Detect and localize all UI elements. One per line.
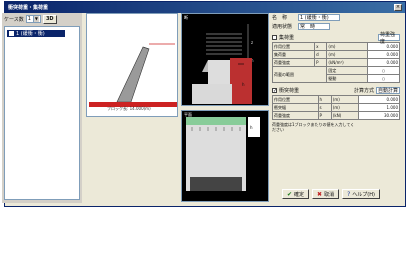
- sec2-row-unit: (kN): [330, 111, 360, 120]
- table-row: 衝突幅 s (m) 1.000: [272, 103, 400, 112]
- section-diagram: z h h: [192, 24, 254, 104]
- sec1-row-sym: P: [314, 58, 328, 67]
- sec1-row-unit: (kN/m²): [326, 58, 368, 67]
- sec2-row-unit: (m): [330, 103, 360, 112]
- dialog-buttons: ✔ 確定 ✖ 取消 ? ヘルプ(H): [282, 189, 380, 199]
- sec2-row-value[interactable]: 0.000: [358, 95, 400, 104]
- plan-diagram: h: [186, 117, 260, 191]
- name-row: 名 称 1 (緩衝・衝): [272, 13, 400, 22]
- sec2-table: 作用位置 h (m) 0.000 衝突幅 s (m) 1.000 荷重強度 P …: [272, 95, 400, 120]
- cancel-label: 取消: [324, 191, 335, 198]
- red-fill: [230, 58, 252, 104]
- sec2-row-unit: (m): [330, 95, 360, 104]
- sec2-note: 荷重強度は1ブロックあたりの値を入力してください: [272, 122, 355, 132]
- table-row: 集荷重 d (m) 0.000: [271, 50, 401, 59]
- sec1-row-unit: (m): [326, 50, 368, 59]
- sec1-row-value[interactable]: 0.000: [366, 50, 401, 59]
- x-icon: ✖: [317, 190, 323, 198]
- sec2-row-label: 荷重強度: [272, 111, 319, 120]
- sec2-subtitle: 計算方式: [353, 88, 374, 94]
- tree-checkbox[interactable]: [9, 31, 14, 36]
- window-title: 衝突荷重・集荷重: [8, 5, 49, 11]
- left-pane: ケース数 1 ▼ 3D 1 (緩衝・衝): [2, 13, 82, 203]
- sec2-row-value[interactable]: 1.000: [358, 103, 400, 112]
- sec1-header: 集荷重 荷重強度: [272, 32, 400, 45]
- range-label: 荷載の範囲: [271, 66, 328, 83]
- tree-item-case-1[interactable]: 1 (緩衝・衝): [7, 30, 65, 37]
- plan-base: [190, 177, 242, 191]
- sec2-title: 衝突荷重: [279, 88, 300, 94]
- sec1-title: 集荷重: [279, 35, 295, 41]
- plan-panel: 平面 h: [181, 110, 269, 202]
- state-value: 常 時: [300, 24, 316, 30]
- dim-z-label: z: [251, 40, 253, 45]
- case-count-select[interactable]: 1 ▼: [25, 15, 41, 23]
- plan-panel-label: 平面: [184, 112, 192, 117]
- sec2-row-sym: P: [317, 111, 332, 120]
- help-label: ヘルプ(H): [352, 191, 375, 198]
- sec1-row-sym: x: [314, 42, 328, 51]
- sec1-row-sym: d: [314, 50, 328, 59]
- case-tree: 1 (緩衝・衝): [4, 26, 80, 200]
- block-length-caption: ブロック長: 14.000(m): [107, 106, 151, 111]
- sec1-row-label: 荷重強度: [271, 58, 316, 67]
- sec2-row-sym: h: [317, 95, 332, 104]
- load-hatch: [206, 33, 242, 55]
- wall-section-drawing: [89, 43, 177, 107]
- sec1-row-value[interactable]: 0.000: [366, 58, 401, 67]
- section-panel: 断 z h h: [181, 13, 269, 106]
- range-opt2-radio[interactable]: ○: [366, 74, 401, 83]
- sec1-checkbox[interactable]: [272, 35, 277, 40]
- sec1-header-right: 荷重強度: [378, 32, 400, 45]
- sec1-table: 作用位置 x (m) 0.000 集荷重 d (m) 0.000 荷重強度 P …: [271, 42, 401, 83]
- properties-pane: 名 称 1 (緩衝・衝) 適用状態 常 時 集荷重 荷重強度 作用位置 x (m…: [271, 13, 401, 193]
- sec2-header: 衝突荷重 計算方式 自動計算: [272, 86, 400, 95]
- table-row: 荷重強度 P (kN) 30.000: [272, 111, 400, 120]
- title-bar: 衝突荷重・集荷重 ×: [5, 2, 405, 13]
- section-panel-label: 断: [184, 15, 188, 20]
- close-icon[interactable]: ×: [394, 4, 402, 11]
- help-icon: ?: [347, 190, 351, 198]
- cancel-button[interactable]: ✖ 取消: [312, 189, 340, 199]
- view-3d-button[interactable]: 3D: [42, 14, 57, 24]
- chevron-down-icon: ▼: [32, 16, 39, 22]
- ok-button[interactable]: ✔ 確定: [282, 189, 310, 199]
- sec2-mode-select[interactable]: 自動計算: [376, 87, 400, 94]
- range-opt1-label: 固定: [326, 66, 368, 75]
- state-select[interactable]: 常 時: [298, 23, 330, 30]
- name-label: 名 称: [272, 15, 288, 21]
- sec1-row-unit: (m): [326, 42, 368, 51]
- section-view: ブロック長: 14.000(m): [86, 13, 178, 117]
- range-opt1-radio[interactable]: ○: [366, 66, 401, 75]
- case-count-label: ケース数: [4, 16, 24, 23]
- sec2-row-value[interactable]: 30.000: [358, 111, 400, 120]
- tree-item-label: 1 (緩衝・衝): [16, 31, 45, 37]
- sec2-row-sym: s: [317, 103, 332, 112]
- sec2-row-label: 衝突幅: [272, 103, 319, 112]
- help-button[interactable]: ? ヘルプ(H): [342, 189, 380, 199]
- base-block: [192, 84, 232, 104]
- sec2-row-label: 作用位置: [272, 95, 319, 104]
- state-label: 適用状態: [272, 24, 293, 30]
- sec2-checkbox[interactable]: [272, 88, 277, 93]
- table-row: 作用位置 h (m) 0.000: [272, 95, 400, 104]
- table-row: 荷重強度 P (kN/m²) 0.000: [271, 58, 401, 67]
- name-field[interactable]: 1 (緩衝・衝): [298, 14, 340, 21]
- sec1-row-label: 作用位置: [271, 42, 316, 51]
- plan-strip: [186, 117, 246, 125]
- table-row: 荷載の範囲 固定 ○: [271, 66, 401, 83]
- range-opt2-label: 駆動: [326, 74, 368, 83]
- left-toolbar: ケース数 1 ▼ 3D: [2, 13, 82, 25]
- structure-slope: [202, 60, 208, 72]
- ok-label: 確定: [294, 191, 305, 198]
- case-count-value: 1: [27, 16, 31, 22]
- structure-body: [208, 60, 230, 84]
- wall-body: [116, 46, 150, 103]
- sec1-row-label: 集荷重: [271, 50, 316, 59]
- check-icon: ✔: [287, 190, 293, 198]
